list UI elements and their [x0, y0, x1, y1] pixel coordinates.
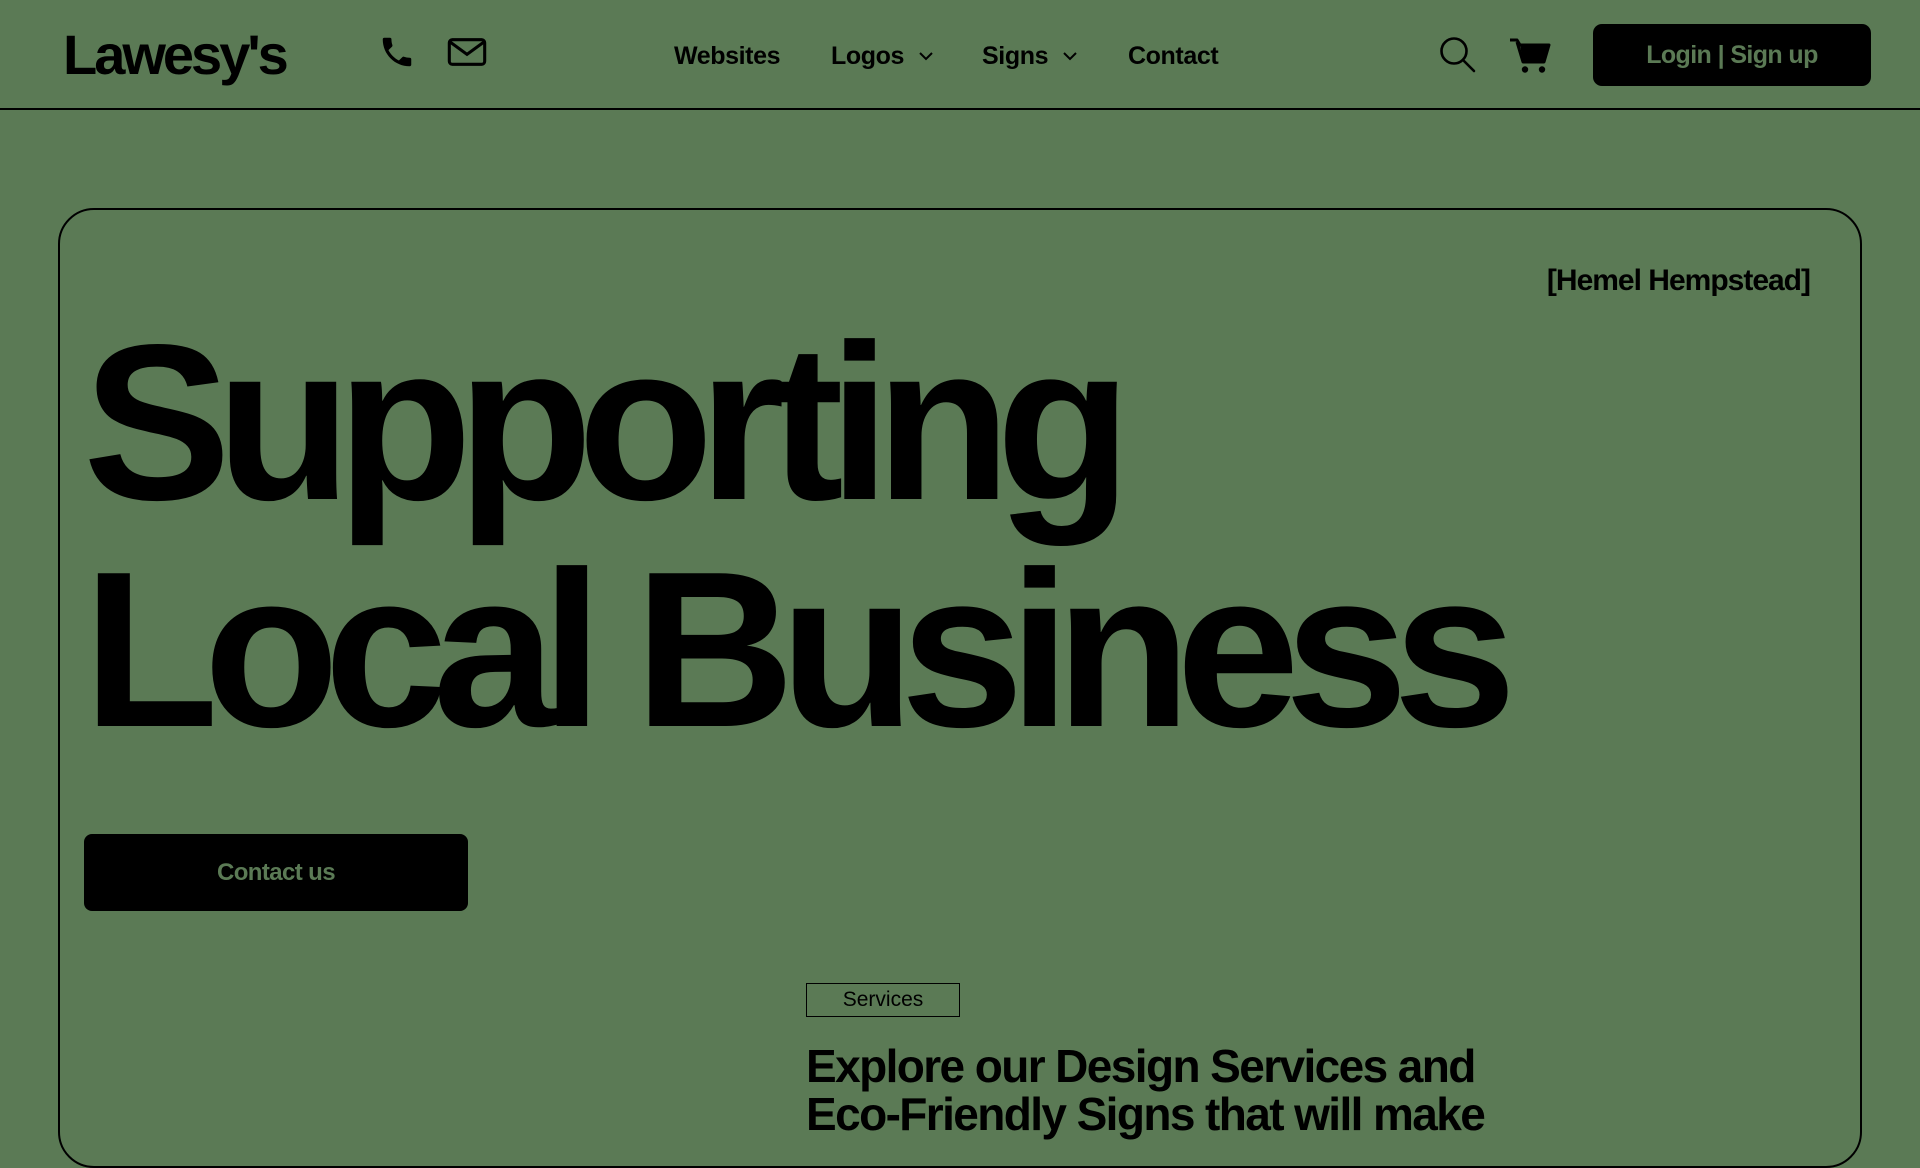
location-label: [Hemel Hempstead] [1546, 264, 1811, 297]
hero-headline: Supporting Local Business [83, 299, 1517, 774]
cart-icon[interactable] [1509, 37, 1551, 75]
search-icon[interactable] [1438, 35, 1478, 75]
services-tag: Services [806, 983, 960, 1017]
hero-headline-line-1: Supporting [83, 299, 1132, 547]
nav-item-contact[interactable]: Contact [1128, 36, 1219, 76]
hero-headline-line-2: Local Business [83, 526, 1517, 774]
nav-item-label: Contact [1128, 41, 1219, 70]
site-header: Lawesy's Websites Logos Signs Contact Lo… [0, 0, 1920, 110]
nav-item-signs[interactable]: Signs [982, 36, 1078, 76]
envelope-icon[interactable] [447, 33, 487, 71]
contact-us-button[interactable]: Contact us [84, 834, 468, 911]
nav-item-websites[interactable]: Websites [674, 36, 781, 76]
nav-item-label: Websites [674, 41, 781, 70]
site-logo[interactable]: Lawesy's [63, 22, 289, 88]
services-heading: Explore our Design Services and Eco-Frie… [806, 1040, 1486, 1140]
phone-icon[interactable] [378, 33, 416, 71]
chevron-down-icon [1063, 52, 1077, 61]
nav-item-label: Signs [982, 41, 1049, 70]
nav-item-logos[interactable]: Logos [831, 36, 934, 76]
chevron-down-icon [919, 52, 933, 61]
login-signup-button[interactable]: Login | Sign up [1593, 24, 1871, 86]
nav-item-label: Logos [831, 41, 904, 70]
hero-card: [Hemel Hempstead] Supporting Local Busin… [58, 208, 1862, 1168]
